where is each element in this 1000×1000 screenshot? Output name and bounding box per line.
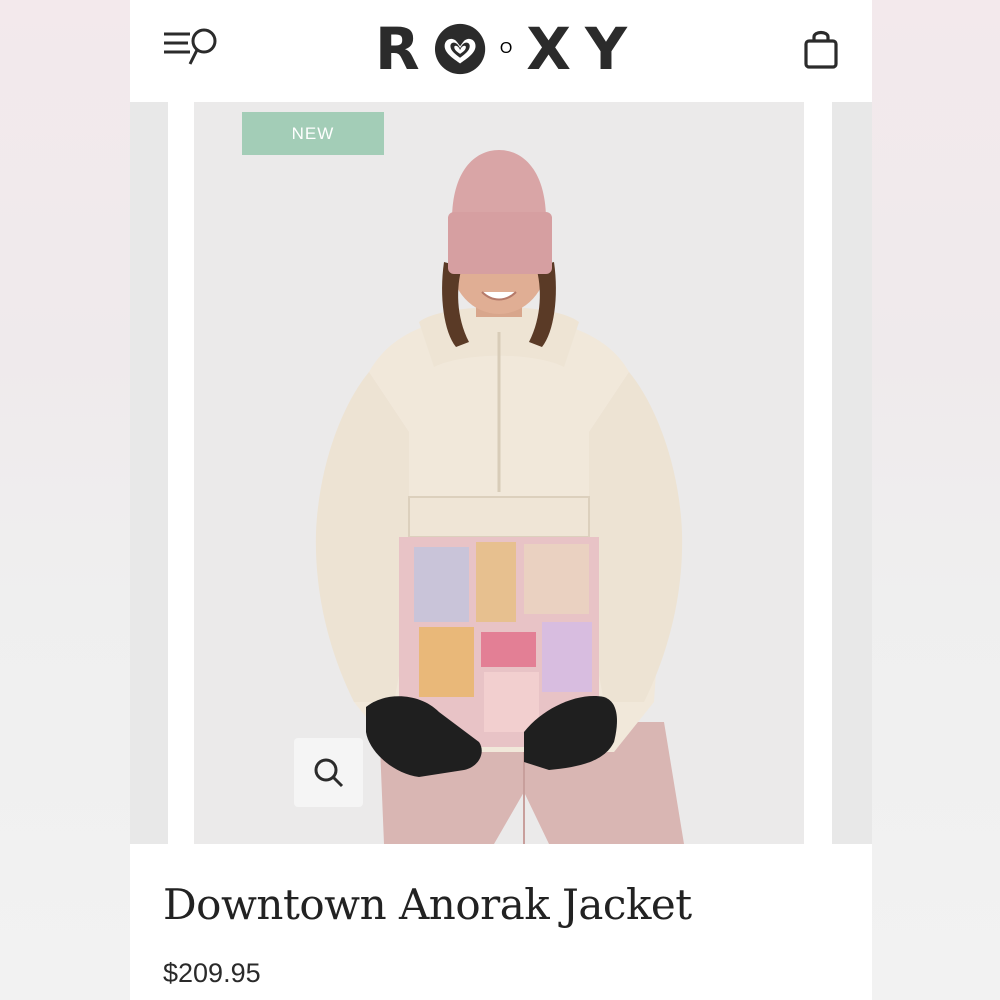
zoom-button[interactable] — [294, 738, 363, 807]
previous-slide-peek[interactable] — [130, 102, 194, 844]
logo-letter-y: Y — [585, 15, 627, 83]
product-title: Downtown Anorak Jacket — [163, 880, 692, 929]
site-header: R O X Y — [130, 0, 872, 100]
logo-letter-r: R — [375, 15, 420, 83]
mobile-page: R O X Y NEW Downtown Anorak Jacket $209.… — [130, 0, 872, 1000]
menu-search-icon — [164, 28, 217, 65]
magnifier-icon — [314, 758, 343, 787]
product-price: $209.95 — [163, 958, 261, 988]
menu-search-button[interactable] — [160, 26, 224, 70]
background-right — [872, 0, 1000, 1000]
product-image-carousel[interactable]: NEW — [130, 100, 872, 845]
logo-letter-x: X — [526, 15, 571, 83]
product-photo-illustration — [315, 150, 684, 844]
product-image[interactable]: NEW — [194, 102, 804, 844]
new-badge: NEW — [242, 112, 384, 155]
background-left — [0, 0, 130, 1000]
roxy-logo[interactable]: R O X Y — [375, 14, 627, 84]
next-slide-peek[interactable] — [832, 102, 872, 844]
logo-heart-icon — [434, 23, 485, 75]
shopping-bag-icon — [804, 30, 838, 69]
cart-button[interactable] — [802, 28, 840, 72]
